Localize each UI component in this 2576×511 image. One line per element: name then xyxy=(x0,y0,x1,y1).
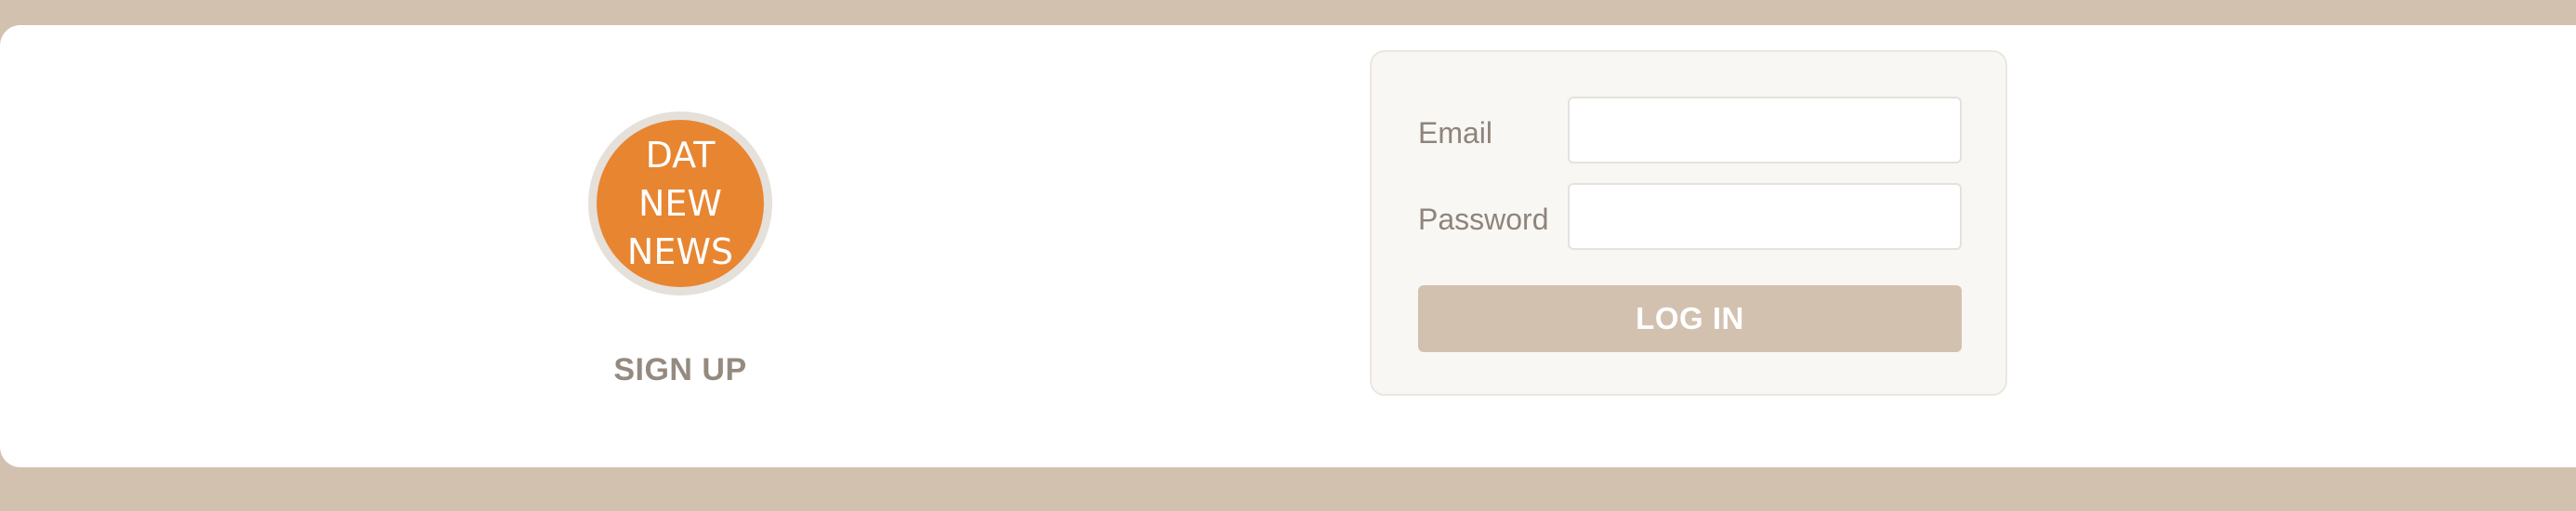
login-form: Email Password LOG IN xyxy=(1370,50,2007,396)
sign-up-link[interactable]: SIGN UP xyxy=(558,352,803,388)
logo-line-2: NEW xyxy=(637,183,722,224)
logo-badge: DAT NEW NEWS xyxy=(597,120,764,287)
site-logo[interactable]: DAT NEW NEWS xyxy=(588,111,772,295)
password-label: Password xyxy=(1418,203,1549,236)
log-in-button[interactable]: LOG IN xyxy=(1418,285,1962,352)
logo-line-1: DAT xyxy=(645,135,716,176)
logo-line-3: NEWS xyxy=(626,231,734,272)
email-label: Email xyxy=(1418,116,1493,150)
email-field[interactable] xyxy=(1568,97,1962,164)
password-field[interactable] xyxy=(1568,183,1962,250)
main-card: DAT NEW NEWS SIGN UP Email Password LOG … xyxy=(0,25,2576,467)
